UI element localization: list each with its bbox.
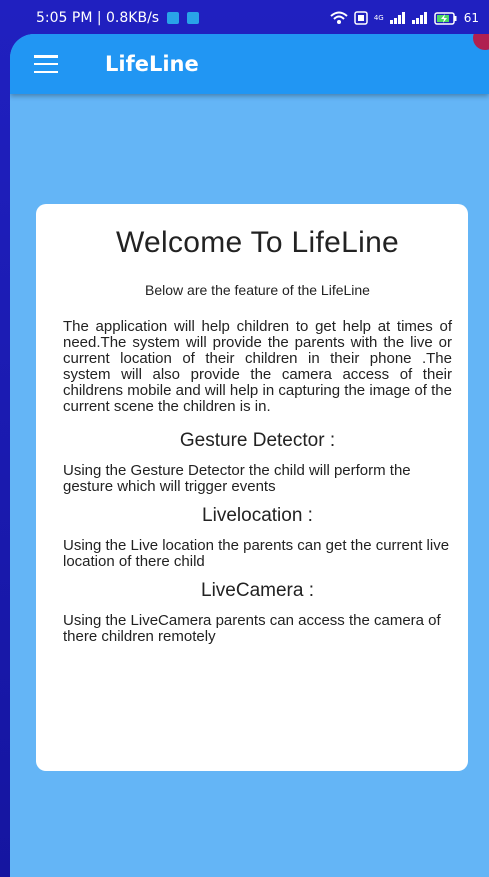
welcome-card: Welcome To LifeLine Below are the featur… [36, 204, 468, 771]
section-title-livelocation: Livelocation : [202, 505, 313, 526]
status-right: 4G 61 [330, 11, 479, 25]
hamburger-menu-icon[interactable] [34, 55, 58, 73]
status-bar: 5:05 PM | 0.8KB/s 4G 61 [0, 0, 489, 36]
section-body-livelocation: Using the Live location the parents can … [63, 537, 450, 570]
feature-subtitle: Below are the feature of the LifeLine [145, 282, 370, 298]
status-time-speed: 5:05 PM | 0.8KB/s [36, 10, 160, 26]
section-title-gesture: Gesture Detector : [179, 430, 336, 451]
battery-charging-icon [433, 11, 457, 25]
volte-icon [354, 11, 368, 25]
app-description: The application will help children to ge… [63, 318, 452, 415]
battery-percent: 61 [463, 11, 479, 25]
status-left: 5:05 PM | 0.8KB/s [36, 10, 200, 26]
notification-icon [167, 12, 180, 24]
signal-icon [411, 12, 427, 24]
app-screen: LifeLine Welcome To LifeLine Below are t… [10, 34, 489, 877]
section-body-livecamera: Using the LiveCamera parents can access … [63, 612, 441, 645]
signal-icon [389, 12, 405, 24]
welcome-heading: Welcome To LifeLine [115, 226, 400, 259]
network-type-label: 4G [373, 14, 384, 22]
wifi-icon [330, 11, 348, 24]
section-title-livecamera: LiveCamera : [201, 580, 314, 601]
section-body-gesture: Using the Gesture Detector the child wil… [63, 462, 411, 495]
device-frame: 5:05 PM | 0.8KB/s 4G 61 LifeLine Welcome… [0, 0, 489, 877]
notification-icon [187, 12, 200, 24]
debug-banner-corner [473, 34, 489, 50]
app-bar: LifeLine [10, 34, 489, 94]
app-title: LifeLine [105, 52, 199, 76]
